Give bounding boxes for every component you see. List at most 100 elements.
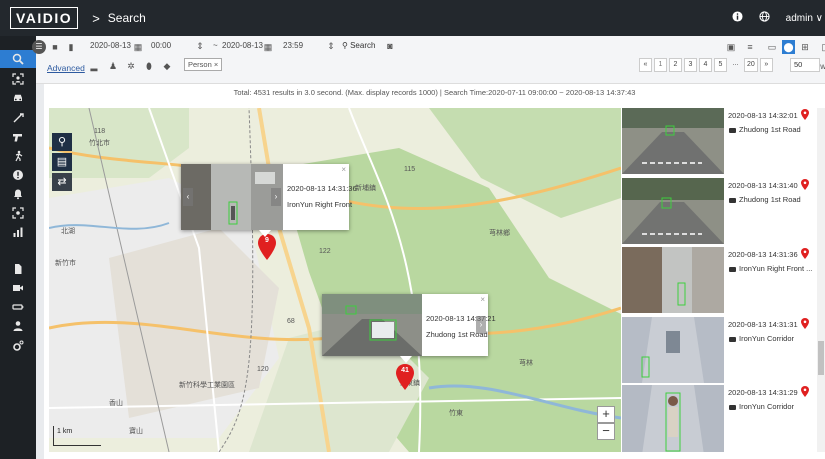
page-button[interactable]: 5 — [714, 58, 727, 72]
page-button[interactable]: 2 — [669, 58, 682, 72]
map-pin-toggle-icon[interactable]: ⚲ — [52, 133, 72, 151]
gallery-view-icon[interactable]: ▭ — [767, 42, 777, 52]
list-item[interactable]: 2020-08-13 14:31:36 IronYun Right Front … — [621, 247, 825, 313]
user-menu[interactable]: admin ∨ — [786, 13, 823, 24]
zoom-in-button[interactable]: + — [597, 406, 615, 423]
video-icon[interactable]: ■ — [50, 42, 60, 52]
results-list: 2020-08-13 14:32:01 Zhudong 1st Road 202… — [621, 108, 825, 452]
person-target-icon[interactable] — [0, 70, 36, 88]
list-item[interactable]: 2020-08-13 14:31:40 Zhudong 1st Road — [621, 178, 825, 244]
result-timestamp: 2020-08-13 14:32:01 — [728, 111, 798, 120]
calendar-icon[interactable]: ▦ — [133, 42, 143, 52]
car-icon[interactable]: ▂ — [89, 61, 99, 71]
video-icon[interactable] — [0, 279, 36, 297]
save-icon[interactable]: ▣ — [726, 42, 736, 52]
more-view-icon[interactable]: ▯ — [819, 42, 825, 52]
list-item[interactable]: 2020-08-13 14:32:01 Zhudong 1st Road — [621, 108, 825, 174]
grid-view-icon[interactable]: ⊞ — [800, 42, 810, 52]
popup-next-button[interactable]: › — [476, 316, 486, 334]
popup-next-button[interactable]: › — [271, 188, 281, 206]
marker-count: 9 — [265, 237, 269, 244]
vaidio-logo[interactable]: VAIDIO — [10, 7, 79, 29]
list-view-icon[interactable]: ≡ — [745, 42, 755, 52]
start-date-field[interactable]: 2020-08-13 — [90, 38, 131, 54]
advanced-link[interactable]: Advanced — [47, 63, 85, 73]
page-next-button[interactable]: » — [759, 58, 773, 72]
list-item[interactable]: 2020-08-13 14:31:31 IronYun Corridor — [621, 317, 825, 383]
file-icon[interactable]: ▮ — [66, 42, 76, 52]
top-right-controls: admin ∨ — [732, 0, 825, 36]
file-icon[interactable] — [0, 260, 36, 278]
result-thumbnail[interactable] — [622, 178, 724, 244]
calendar-icon[interactable]: ▦ — [263, 42, 273, 52]
person-filter-icon[interactable]: ♟ — [108, 61, 118, 71]
map-label: 115 — [404, 166, 416, 173]
camera-focus-icon[interactable] — [0, 204, 36, 222]
popup-camera-name: IronYun Right Front — [287, 200, 353, 209]
settings-icon[interactable] — [0, 337, 36, 355]
start-time-field[interactable]: 00:00 — [151, 38, 171, 54]
map-chat-icon[interactable]: ▤ — [52, 153, 72, 171]
snapshot-camera-icon[interactable]: ◙ — [385, 41, 395, 51]
tag-filter-icon[interactable]: ◆ — [162, 61, 172, 71]
popup-snapshot[interactable] — [181, 164, 283, 230]
map-label: 芎林 — [519, 360, 533, 367]
show-count-select[interactable]: 50 — [790, 58, 820, 72]
result-thumbnail[interactable] — [622, 108, 724, 174]
person-filter-tag[interactable]: Person × — [184, 58, 223, 71]
map-swap-icon[interactable]: ⇄ — [52, 173, 72, 191]
search-icon[interactable] — [0, 50, 36, 68]
map-popup[interactable]: ‹ › × 2020-08-13 14:31:36 IronYun Right … — [181, 164, 357, 237]
user-icon[interactable] — [0, 317, 36, 335]
time-spinner-icon[interactable]: ⇕ — [195, 41, 205, 51]
location-pin-icon[interactable] — [801, 248, 809, 259]
page-prev-button[interactable]: « — [639, 58, 652, 72]
location-pin-icon[interactable] — [801, 318, 809, 329]
map-popup[interactable]: × 2020-08-13 14:37:21 Zhudong 1st Road › — [322, 294, 496, 363]
gun-icon[interactable] — [0, 128, 36, 146]
collapse-sidebar-button[interactable]: ☰ — [32, 40, 46, 54]
zoom-out-button[interactable]: − — [597, 423, 615, 440]
battery-icon[interactable] — [0, 298, 36, 316]
list-item[interactable]: 2020-08-13 14:31:29 IronYun Corridor — [621, 385, 825, 452]
popup-close-icon[interactable]: × — [341, 165, 346, 174]
face-filter-icon[interactable]: ✲ — [126, 61, 136, 71]
end-time-field[interactable]: 23:59 — [283, 38, 303, 54]
location-pin-icon[interactable] — [801, 386, 809, 397]
results-scrollbar-thumb[interactable] — [818, 341, 824, 375]
result-timestamp: 2020-08-13 14:31:31 — [728, 320, 798, 329]
map-view-icon[interactable]: ⬤ — [782, 40, 795, 54]
report-icon[interactable] — [0, 223, 36, 241]
page-button[interactable]: 3 — [684, 58, 697, 72]
alert-icon[interactable] — [0, 166, 36, 184]
page-button[interactable]: 20 — [744, 58, 758, 72]
result-camera-name: Zhudong 1st Road — [739, 125, 801, 134]
results-map[interactable]: 竹北市 新竹市 竹東鎮 新埔鎮 寶山 芎林鄉 新竹科學工業園區 香山 北湖 11… — [49, 108, 621, 452]
results-scrollbar[interactable] — [817, 108, 825, 452]
map-label: 竹北市 — [89, 140, 110, 147]
search-button[interactable]: ⚲ Search — [338, 39, 379, 55]
popup-pointer — [259, 230, 271, 237]
running-person-icon[interactable] — [0, 147, 36, 165]
result-thumbnail[interactable] — [622, 247, 724, 313]
color-filter-icon[interactable]: ⬮ — [144, 61, 154, 71]
map-marker[interactable]: 9 — [257, 234, 277, 260]
hand-weapon-icon[interactable] — [0, 109, 36, 127]
result-thumbnail[interactable] — [622, 317, 724, 383]
popup-snapshot[interactable] — [322, 294, 422, 356]
info-icon[interactable] — [732, 11, 743, 25]
popup-prev-button[interactable]: ‹ — [183, 188, 193, 206]
location-pin-icon[interactable] — [801, 109, 809, 120]
car-icon[interactable] — [0, 88, 36, 106]
page-ellipsis: ... — [732, 60, 739, 67]
location-pin-icon[interactable] — [801, 179, 809, 190]
popup-close-icon[interactable]: × — [480, 295, 485, 304]
page-button[interactable]: 1 — [654, 58, 667, 72]
time-spinner-icon[interactable]: ⇕ — [326, 41, 336, 51]
result-thumbnail[interactable] — [622, 385, 724, 452]
bell-icon[interactable] — [0, 185, 36, 203]
map-marker[interactable]: 41 — [395, 364, 415, 390]
end-date-field[interactable]: 2020-08-13 — [222, 38, 263, 54]
globe-icon[interactable] — [759, 11, 770, 25]
page-button[interactable]: 4 — [699, 58, 712, 72]
